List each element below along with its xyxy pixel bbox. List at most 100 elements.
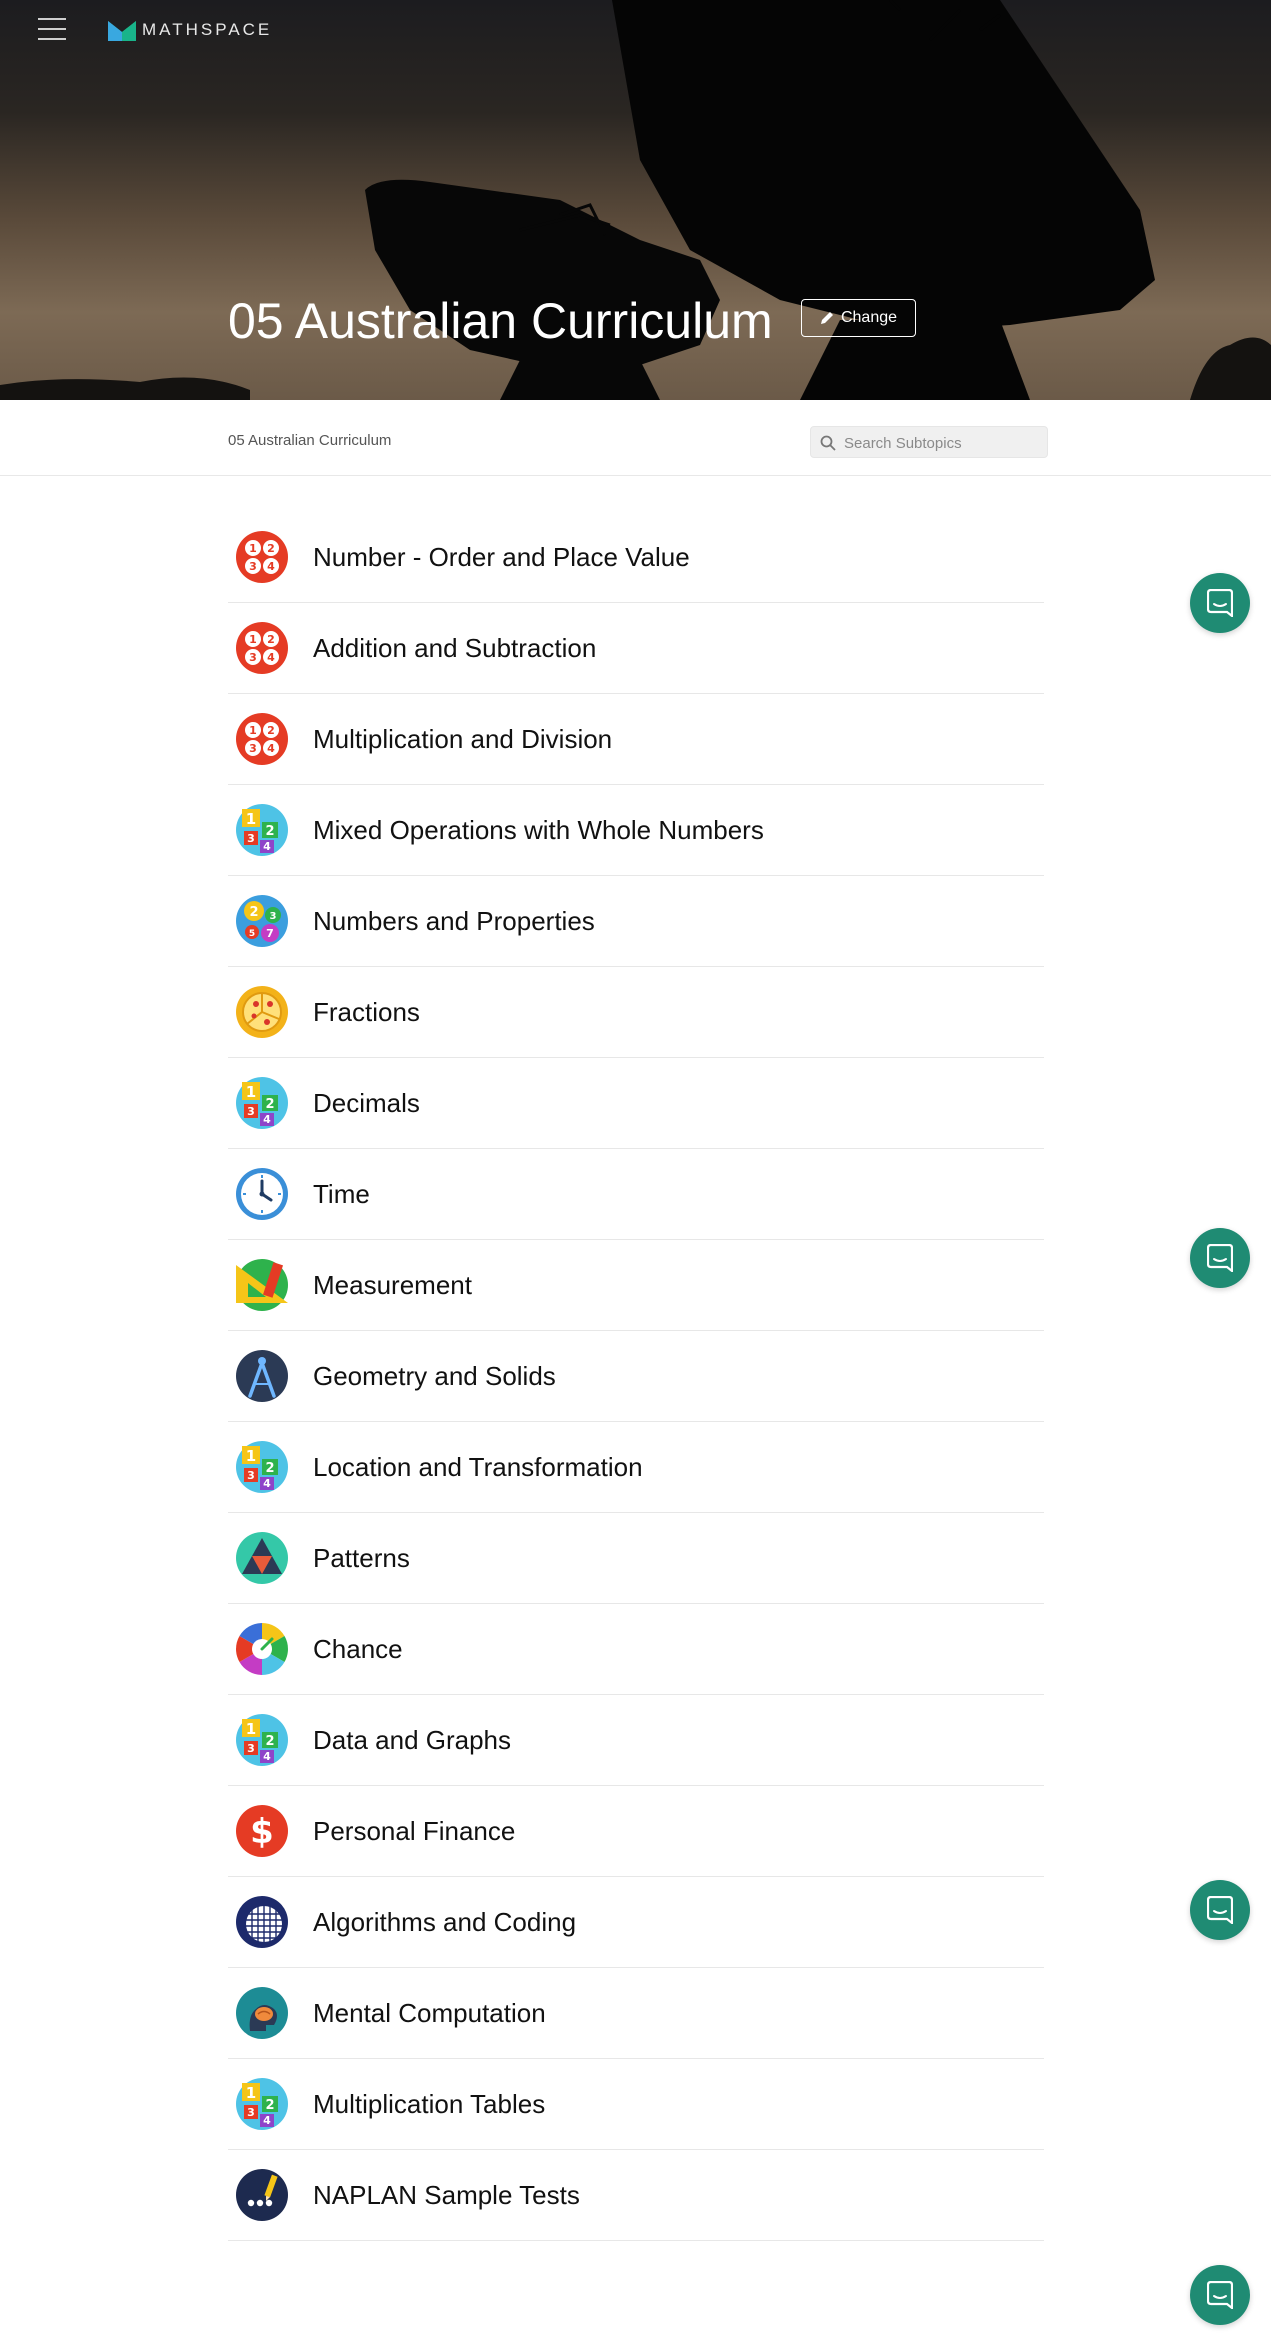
svg-text:2: 2: [265, 824, 274, 839]
number-blocks-icon: 1 2 3 4: [236, 1441, 288, 1493]
test-pencil-icon: [236, 2169, 288, 2221]
svg-text:4: 4: [263, 1477, 271, 1490]
topic-label: Chance: [313, 1633, 403, 1664]
topic-item[interactable]: 1 2 3 4 Mixed Operations with Whole Numb…: [228, 785, 1044, 876]
topic-item[interactable]: 1 2 3 4 Decimals: [228, 1058, 1044, 1149]
topic-label: Decimals: [313, 1087, 420, 1118]
topic-item[interactable]: 1 2 3 4 Multiplication Tables: [228, 2059, 1044, 2150]
hamburger-menu-icon: [38, 18, 66, 20]
topic-item[interactable]: $ Personal Finance: [228, 1786, 1044, 1877]
number-blocks-icon: 1 2 3 4: [236, 2078, 288, 2130]
topic-label: Fractions: [313, 996, 420, 1027]
topic-label: Time: [313, 1178, 370, 1209]
chat-bubble-icon: [1207, 589, 1233, 617]
svg-text:3: 3: [249, 651, 257, 664]
number-blocks-icon: 1 2 3 4: [236, 1077, 288, 1129]
chat-bubble-icon: [1207, 1244, 1233, 1272]
topic-item[interactable]: Geometry and Solids: [228, 1331, 1044, 1422]
search-icon: [820, 435, 836, 451]
svg-text:3: 3: [247, 1742, 255, 1755]
topic-item[interactable]: 1 2 3 4 Multiplication and Division: [228, 694, 1044, 785]
topic-item[interactable]: 2 3 5 7 Numbers and Properties: [228, 876, 1044, 967]
chat-button[interactable]: [1190, 573, 1250, 633]
topic-label: Algorithms and Coding: [313, 1906, 577, 1937]
topic-label: Mixed Operations with Whole Numbers: [313, 814, 764, 845]
svg-text:1: 1: [246, 1447, 256, 1465]
dollar-icon: $: [236, 1805, 288, 1857]
svg-text:2: 2: [267, 724, 275, 737]
svg-text:2: 2: [265, 2098, 274, 2113]
compass-icon: [236, 1350, 288, 1402]
svg-text:2: 2: [267, 633, 275, 646]
search-input[interactable]: [842, 427, 1046, 459]
chat-button[interactable]: [1190, 1880, 1250, 1940]
triangle-pattern-icon: [236, 1532, 288, 1584]
topic-item[interactable]: 1 2 3 4 Data and Graphs: [228, 1695, 1044, 1786]
topic-label: NAPLAN Sample Tests: [313, 2179, 580, 2210]
svg-text:4: 4: [267, 560, 275, 573]
topic-label: Mental Computation: [313, 1997, 546, 2028]
pencil-icon: [820, 312, 833, 324]
svg-text:3: 3: [247, 1469, 255, 1482]
svg-text:4: 4: [267, 651, 275, 664]
svg-text:4: 4: [263, 1750, 271, 1763]
svg-text:3: 3: [247, 2106, 255, 2119]
svg-text:3: 3: [270, 911, 277, 922]
chat-bubble-icon: [1207, 1896, 1233, 1924]
topic-item[interactable]: Chance: [228, 1604, 1044, 1695]
breadcrumb[interactable]: 05 Australian Curriculum: [228, 432, 391, 449]
page-title: 05 Australian Curriculum: [228, 293, 773, 349]
chat-bubble-icon: [1207, 2281, 1233, 2309]
topic-item[interactable]: Time: [228, 1149, 1044, 1240]
number-bubbles-icon: 2 3 5 7: [236, 895, 288, 947]
topic-item[interactable]: 1 2 3 4 Addition and Subtraction: [228, 603, 1044, 694]
topic-label: Addition and Subtraction: [313, 632, 597, 663]
svg-text:4: 4: [267, 742, 275, 755]
svg-text:2: 2: [265, 1734, 274, 1749]
svg-text:3: 3: [247, 1105, 255, 1118]
svg-text:3: 3: [249, 560, 257, 573]
svg-text:3: 3: [247, 832, 255, 845]
svg-text:1: 1: [246, 1720, 256, 1738]
topic-label: Measurement: [313, 1269, 472, 1300]
svg-text:1: 1: [249, 633, 257, 646]
topic-label: Patterns: [313, 1542, 410, 1573]
topic-item[interactable]: Fractions: [228, 967, 1044, 1058]
topic-item[interactable]: Measurement: [228, 1240, 1044, 1331]
change-button[interactable]: Change: [801, 299, 916, 337]
svg-text:1: 1: [249, 724, 257, 737]
number-balls-icon: 1 2 3 4: [236, 531, 288, 583]
topic-item[interactable]: Mental Computation: [228, 1968, 1044, 2059]
ruler-set-square-icon: [236, 1259, 288, 1311]
topic-label: Multiplication Tables: [313, 2088, 546, 2119]
topic-item[interactable]: 1 2 3 4 Location and Transformation: [228, 1422, 1044, 1513]
pizza-icon: [236, 986, 288, 1038]
spinner-icon: [236, 1623, 288, 1675]
subheader-bar: 05 Australian Curriculum: [0, 400, 1271, 476]
hero-banner: MATHSPACE 05 Australian Curriculum Chang…: [0, 0, 1271, 400]
svg-text:4: 4: [263, 1113, 271, 1126]
number-balls-icon: 1 2 3 4: [236, 622, 288, 674]
topic-label: Data and Graphs: [313, 1724, 512, 1755]
topic-item[interactable]: Patterns: [228, 1513, 1044, 1604]
svg-text:3: 3: [249, 742, 257, 755]
topic-list: 1 2 3 4 Number - Order and Place Value 1…: [228, 512, 1044, 2241]
svg-text:4: 4: [263, 840, 271, 853]
topic-item[interactable]: Algorithms and Coding: [228, 1877, 1044, 1968]
chat-button[interactable]: [1190, 1228, 1250, 1288]
brain-icon: [236, 1987, 288, 2039]
topic-label: Personal Finance: [313, 1815, 516, 1846]
svg-text:2: 2: [249, 905, 258, 920]
svg-text:1: 1: [249, 542, 257, 555]
number-blocks-icon: 1 2 3 4: [236, 804, 288, 856]
logo[interactable]: MATHSPACE: [108, 18, 272, 42]
svg-text:7: 7: [266, 927, 274, 940]
svg-text:2: 2: [265, 1461, 274, 1476]
menu-button[interactable]: [38, 18, 70, 42]
svg-text:2: 2: [267, 542, 275, 555]
chat-button[interactable]: [1190, 2265, 1250, 2325]
topic-item[interactable]: NAPLAN Sample Tests: [228, 2150, 1044, 2241]
search-box: [810, 426, 1048, 459]
topic-item[interactable]: 1 2 3 4 Number - Order and Place Value: [228, 512, 1044, 603]
grid-globe-icon: [236, 1896, 288, 1948]
